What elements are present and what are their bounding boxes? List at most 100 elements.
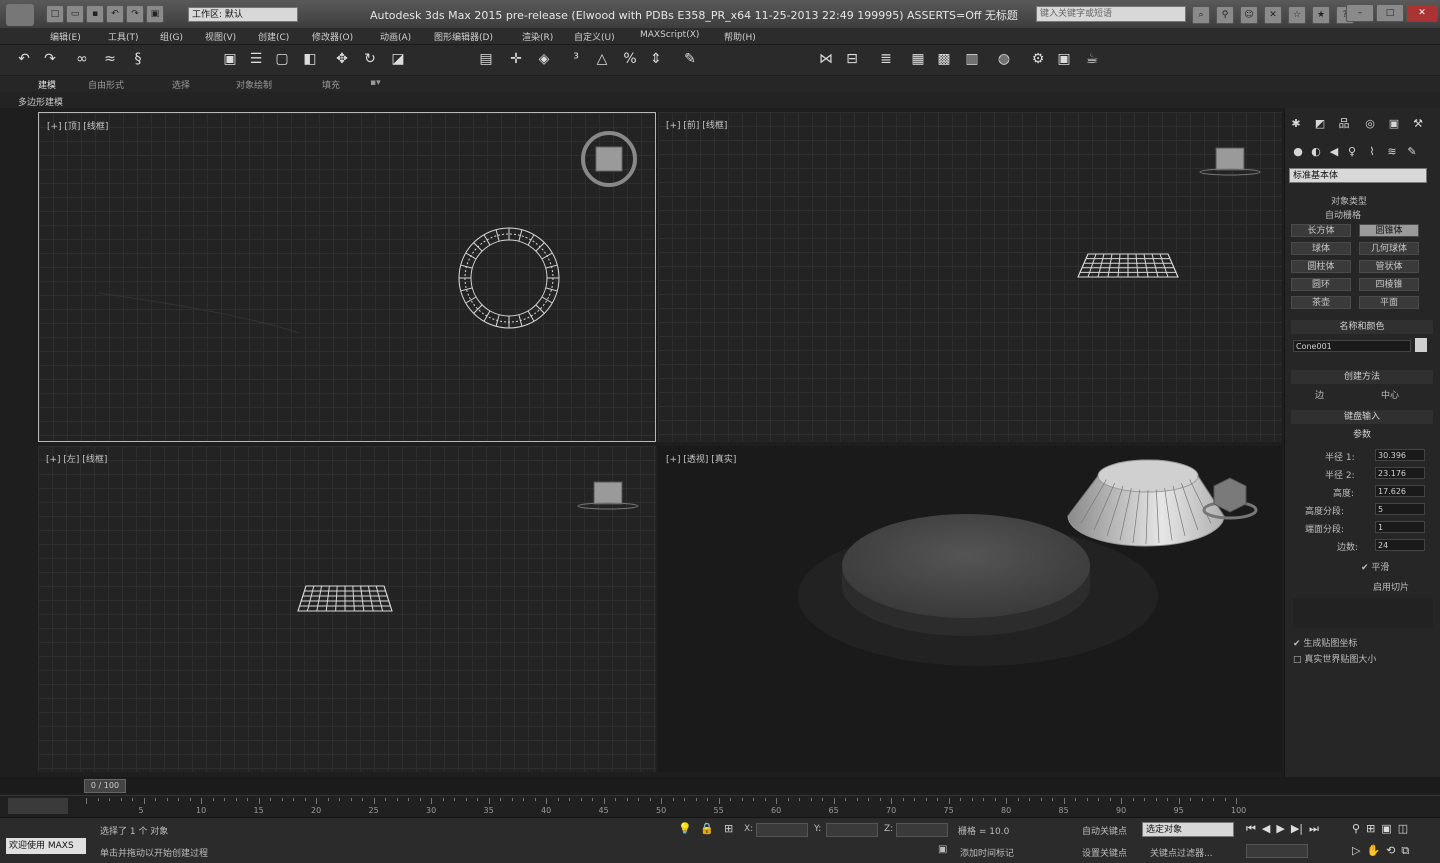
cone-button[interactable]: 圆锥体	[1359, 224, 1419, 237]
menu-create[interactable]: 创建(C)	[258, 30, 289, 43]
hierarchy-tab-icon[interactable]: 品	[1337, 116, 1351, 130]
binoculars-icon[interactable]: ⌕	[1192, 6, 1210, 24]
play-icon[interactable]: ▶	[1276, 822, 1284, 836]
snaps-toggle-icon[interactable]: ³	[566, 49, 586, 69]
unlink-icon[interactable]: ≈	[100, 49, 120, 69]
app-logo-icon[interactable]	[6, 4, 34, 26]
scale-icon[interactable]: ◪	[388, 49, 408, 69]
mirror-icon[interactable]: ⋈	[816, 49, 836, 69]
motion-tab-icon[interactable]: ◎	[1363, 116, 1377, 130]
utilities-tab-icon[interactable]: ⚒	[1411, 116, 1425, 130]
polygon-modeling-label[interactable]: 多边形建模	[18, 95, 63, 108]
teapot-button[interactable]: 茶壶	[1291, 296, 1351, 309]
plane-button[interactable]: 平面	[1359, 296, 1419, 309]
bind-spacewarp-icon[interactable]: §	[128, 49, 148, 69]
method-edge-radio[interactable]: 边	[1315, 388, 1324, 401]
smooth-checkbox[interactable]: ✔ 平滑	[1361, 560, 1389, 573]
workspace-dropdown[interactable]: 工作区: 默认	[188, 7, 298, 22]
track-bar[interactable]: 5 10 15 20 25 30 35 40 45 50 55 60 65 70 75 80 85 90 95 100	[0, 795, 1440, 818]
previous-frame-icon[interactable]: ◀	[1262, 822, 1270, 836]
object-type-title[interactable]: 对象类型	[1331, 194, 1367, 207]
tab-freeform[interactable]: 自由形式	[88, 78, 124, 91]
viewport-top[interactable]: [+] [顶] [线框]	[38, 112, 656, 442]
curve-editor-icon[interactable]: ▩	[934, 49, 954, 69]
height-segments-spinner[interactable]: 5	[1375, 503, 1425, 515]
auto-key-button[interactable]: 自动关键点	[1082, 824, 1127, 837]
menu-customize[interactable]: 自定义(U)	[574, 30, 615, 43]
helpers-icon[interactable]: ⌇	[1365, 144, 1379, 158]
selection-lock-icon[interactable]: 🔒	[700, 822, 714, 835]
x-coord-field[interactable]	[756, 823, 808, 837]
slice-on-checkbox[interactable]: 启用切片	[1373, 580, 1409, 593]
menu-edit[interactable]: 编辑(E)	[50, 30, 81, 43]
favorites-icon[interactable]: ★	[1312, 6, 1330, 24]
close-icon[interactable]: ✕	[1406, 4, 1438, 22]
menu-graph-editors[interactable]: 图形编辑器(D)	[434, 30, 493, 43]
z-coord-field[interactable]	[896, 823, 948, 837]
redo-icon[interactable]: ↷	[126, 5, 144, 23]
new-file-icon[interactable]: □	[46, 5, 64, 23]
exchange-icon[interactable]: ✕	[1264, 6, 1282, 24]
next-frame-icon[interactable]: ▶|	[1291, 822, 1303, 836]
object-color-swatch[interactable]	[1415, 338, 1427, 352]
zoom-icon[interactable]: ⚲	[1352, 822, 1360, 835]
real-world-checkbox[interactable]: □ 真实世界贴图大小	[1293, 652, 1376, 665]
render-teapot-icon[interactable]: ☕	[1082, 49, 1102, 69]
keyboard-shortcut-icon[interactable]: ◈	[534, 49, 554, 69]
viewport-front[interactable]: [+] [前] [线框]	[658, 112, 1282, 442]
search-input[interactable]: 键入关键字或短语	[1036, 6, 1186, 22]
tab-selection[interactable]: 选择	[172, 78, 190, 91]
pivot-icon[interactable]: ▤	[476, 49, 496, 69]
zoom-all-icon[interactable]: ⊞	[1366, 822, 1375, 835]
modify-tab-icon[interactable]: ◩	[1313, 116, 1327, 130]
redo-icon[interactable]: ↷	[40, 49, 60, 69]
undo-icon[interactable]: ↶	[106, 5, 124, 23]
gen-mapping-checkbox[interactable]: ✔ 生成贴图坐标	[1293, 636, 1357, 649]
save-file-icon[interactable]: ▪	[86, 5, 104, 23]
absolute-mode-icon[interactable]: ⊞	[724, 822, 733, 835]
field-of-view-icon[interactable]: ▷	[1352, 844, 1360, 858]
zoom-extents-all-icon[interactable]: ◫	[1398, 822, 1408, 835]
ribbon-options-icon[interactable]: ▪▾	[370, 78, 381, 88]
tube-button[interactable]: 管状体	[1359, 260, 1419, 273]
creation-method-rollout[interactable]: 创建方法	[1291, 370, 1433, 384]
edit-named-sel-icon[interactable]: ✎	[680, 49, 700, 69]
y-coord-field[interactable]	[826, 823, 878, 837]
systems-icon[interactable]: ✎	[1405, 144, 1419, 158]
sphere-button[interactable]: 球体	[1291, 242, 1351, 255]
geometry-icon[interactable]: ●	[1291, 144, 1305, 158]
go-to-start-icon[interactable]: ⏮	[1246, 822, 1256, 836]
time-slider[interactable]: 0 / 100	[0, 777, 1440, 793]
angle-snap-icon[interactable]: △	[592, 49, 612, 69]
parameters-rollout[interactable]: 参数	[1291, 428, 1433, 442]
material-editor-icon[interactable]: ◍	[994, 49, 1014, 69]
menu-tools[interactable]: 工具(T)	[108, 30, 139, 43]
rendered-frame-icon[interactable]: ▣	[1054, 49, 1074, 69]
tab-object-paint[interactable]: 对象绘制	[236, 78, 272, 91]
key-filters-button[interactable]: 关键点过滤器...	[1150, 846, 1213, 859]
graphite-toggle-icon[interactable]: ▦	[908, 49, 928, 69]
star-icon[interactable]: ☆	[1288, 6, 1306, 24]
isolate-selection-icon[interactable]: 💡	[678, 822, 692, 835]
spinner-snap-icon[interactable]: ⇕	[646, 49, 666, 69]
add-time-tag[interactable]: 添加时间标记	[960, 846, 1014, 859]
schematic-view-icon[interactable]: ▥	[962, 49, 982, 69]
menu-views[interactable]: 视图(V)	[205, 30, 236, 43]
align-icon[interactable]: ⊟	[842, 49, 862, 69]
track-bar-toggle[interactable]	[8, 798, 68, 814]
viewport-left[interactable]: [+] [左] [线框]	[38, 446, 656, 772]
orbit-icon[interactable]: ⟲	[1386, 844, 1395, 858]
maximize-viewport-icon[interactable]: ⧉	[1401, 844, 1409, 858]
create-tab-icon[interactable]: ✱	[1289, 116, 1303, 130]
link-icon[interactable]: ∞	[72, 49, 92, 69]
geosphere-button[interactable]: 几何球体	[1359, 242, 1419, 255]
tab-modeling[interactable]: 建模	[38, 78, 56, 91]
cap-segments-spinner[interactable]: 1	[1375, 521, 1425, 533]
search-icon[interactable]: ⚲	[1216, 6, 1234, 24]
sides-spinner[interactable]: 24	[1375, 539, 1425, 551]
zoom-extents-icon[interactable]: ▣	[1381, 822, 1391, 835]
height-spinner[interactable]: 17.626	[1375, 485, 1425, 497]
cylinder-button[interactable]: 圆柱体	[1291, 260, 1351, 273]
pan-icon[interactable]: ✋	[1366, 844, 1380, 858]
display-tab-icon[interactable]: ▣	[1387, 116, 1401, 130]
